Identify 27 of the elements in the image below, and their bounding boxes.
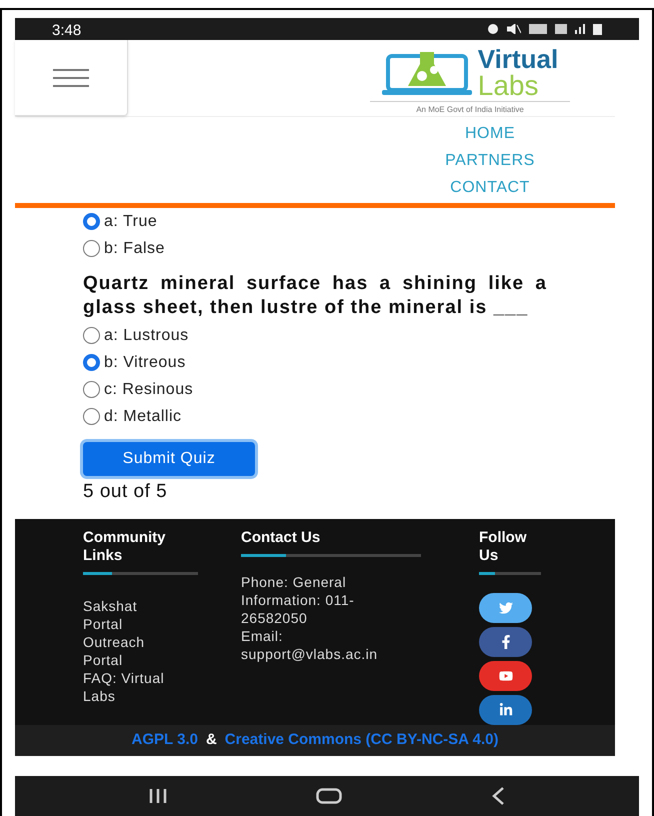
footer-heading: Follow Us [479, 528, 528, 564]
footer-heading: Community Links [83, 528, 166, 564]
contact-text: Phone: General Information: 011-26582050 [241, 572, 356, 626]
logo-tagline: An MoE Govt of India Initiative [370, 101, 570, 116]
score-text: 5 out of 5 [83, 480, 168, 504]
option-label: b: Vitreous [104, 352, 186, 372]
nav-link[interactable]: CONTACT [420, 174, 560, 201]
option-label: a: True [104, 212, 158, 232]
status-time: 3:48 [52, 20, 82, 41]
nav-link[interactable]: PARTNERS [420, 147, 560, 174]
submit-button[interactable]: Submit Quiz [83, 442, 255, 476]
license-link[interactable]: Creative Commons (CC BY-NC-SA 4.0) [224, 728, 498, 752]
logo-word: Virtual [478, 46, 558, 72]
nav-link[interactable]: HOME [420, 120, 560, 147]
option-label: c: Resinous [104, 380, 194, 400]
logo-word: Labs [478, 72, 540, 100]
license-link[interactable]: AGPL 3.0 [132, 728, 198, 752]
footer-link[interactable]: FAQ: Virtual Labs [83, 668, 175, 704]
question-text: Quartz mineral surface has a shining like a glass sheet, then lustre of the mineral is ___ [83, 272, 547, 320]
option-label: d: Metallic [104, 406, 182, 426]
footer-link[interactable]: Outreach Portal [83, 632, 175, 668]
option-label: b: False [104, 238, 165, 258]
footer-heading: Contact Us [241, 528, 322, 546]
contact-text: Email: support@vlabs.ac.in [241, 626, 379, 662]
footer-link[interactable]: Sakshat Portal [83, 596, 175, 632]
separator-text: & [206, 730, 217, 750]
option-label: a: Lustrous [104, 326, 189, 346]
